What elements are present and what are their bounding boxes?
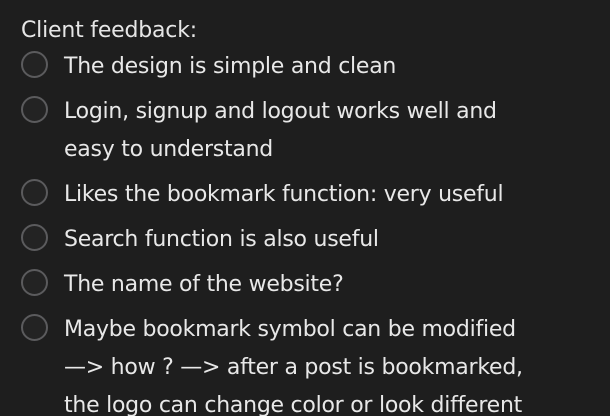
checklist-item-text[interactable]: Search function is also useful	[64, 221, 594, 259]
checklist-item-line: The name of the website?	[64, 272, 344, 297]
checklist-item-line: easy to understand	[64, 137, 273, 162]
checklist-item-text[interactable]: The design is simple and clean	[64, 48, 594, 86]
checkbox-circle-icon[interactable]	[21, 224, 48, 251]
checkbox-circle-icon[interactable]	[21, 314, 48, 341]
checklist-item-line: —> how ? —> after a post is bookmarked,	[64, 355, 523, 380]
checklist-item: Maybe bookmark symbol can be modified —>…	[21, 311, 610, 416]
checklist-item: The name of the website?	[21, 266, 610, 304]
checklist-item-line: The design is simple and clean	[64, 54, 397, 79]
checklist-item-line: Search function is also useful	[64, 227, 379, 252]
checklist-item-text[interactable]: The name of the website?	[64, 266, 594, 304]
note-heading: Client feedback:	[21, 18, 197, 43]
checklist-item-text[interactable]: Likes the bookmark function: very useful	[64, 176, 594, 214]
checkbox-circle-icon[interactable]	[21, 51, 48, 78]
checklist-item: Likes the bookmark function: very useful	[21, 176, 610, 214]
checklist-item-text[interactable]: Maybe bookmark symbol can be modified —>…	[64, 311, 594, 416]
checklist-item-line: the logo can change color or look differ…	[64, 393, 523, 416]
checklist-item-line: Likes the bookmark function: very useful	[64, 182, 504, 207]
note-page: Client feedback: The design is simple an…	[0, 0, 610, 416]
checkbox-circle-icon[interactable]	[21, 96, 48, 123]
checklist-item: The design is simple and clean	[21, 48, 610, 86]
checklist-item: Search function is also useful	[21, 221, 610, 259]
feedback-checklist: The design is simple and clean Login, si…	[21, 48, 610, 416]
checklist-item-line: Login, signup and logout works well and	[64, 99, 497, 124]
checklist-item: Login, signup and logout works well and …	[21, 93, 610, 169]
checkbox-circle-icon[interactable]	[21, 269, 48, 296]
checklist-item-text[interactable]: Login, signup and logout works well and …	[64, 93, 594, 169]
checklist-item-line: Maybe bookmark symbol can be modified	[64, 317, 516, 342]
checkbox-circle-icon[interactable]	[21, 179, 48, 206]
